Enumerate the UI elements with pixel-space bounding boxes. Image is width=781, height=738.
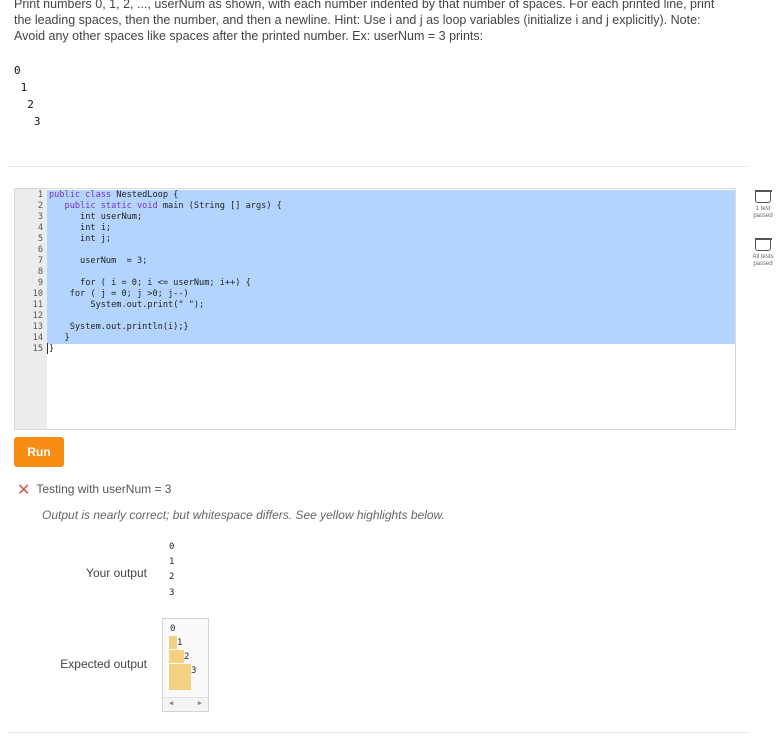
output-line: 3: [169, 588, 175, 598]
code-line[interactable]: 12: [15, 311, 735, 322]
expected-output-box: 0 1 2 3 ◀ ▶: [162, 618, 209, 712]
line-number: 6: [37, 245, 43, 255]
line-number: 5: [37, 234, 43, 244]
problem-prompt: Print numbers 0, 1, 2, ..., userNum as s…: [14, 0, 715, 43]
code-line[interactable]: 14 }: [15, 333, 735, 344]
code-line[interactable]: 15}: [15, 344, 735, 355]
code-line[interactable]: 7 userNum = 3;: [15, 256, 735, 267]
whitespace-highlight: [169, 650, 184, 663]
code-text: userNum = 3;: [47, 256, 735, 267]
example-output: 0 1 2 3: [14, 62, 734, 130]
divider: [8, 166, 748, 167]
code-line[interactable]: 2 public static void main (String [] arg…: [15, 201, 735, 212]
code-line[interactable]: 8: [15, 267, 735, 278]
line-number: 8: [37, 267, 43, 277]
whitespace-highlight: [169, 664, 191, 690]
code-text: [47, 245, 735, 256]
code-text: System.out.print(" ");: [47, 300, 735, 311]
your-output-label: Your output: [86, 566, 147, 580]
line-number: 10: [32, 289, 43, 299]
code-text: System.out.println(i);}: [47, 322, 735, 333]
code-line[interactable]: 5 int j;: [15, 234, 735, 245]
line-number: 1: [37, 190, 43, 200]
check-box-icon: [754, 190, 772, 203]
line-number: 2: [37, 201, 43, 211]
scroll-right-icon[interactable]: ▶: [198, 699, 202, 707]
code-line[interactable]: 9 for ( i = 0; i <= userNum; i++) {: [15, 278, 735, 289]
example-line: 2: [14, 98, 34, 111]
whitespace-highlight: [169, 636, 177, 649]
code-line[interactable]: 4 int i;: [15, 223, 735, 234]
code-text: }: [47, 333, 735, 344]
code-text: public static void main (String [] args)…: [47, 201, 735, 212]
line-number: 9: [37, 278, 43, 288]
code-text: public class NestedLoop {: [47, 190, 735, 201]
line-number: 15: [32, 344, 43, 354]
code-text: [47, 267, 735, 278]
line-number: 13: [32, 322, 43, 332]
scroll-left-icon[interactable]: ◀: [169, 699, 173, 707]
line-number: 4: [37, 223, 43, 233]
text-cursor: [47, 343, 48, 354]
code-line[interactable]: 13 System.out.println(i);}: [15, 322, 735, 333]
code-line[interactable]: 6: [15, 245, 735, 256]
code-text: int j;: [47, 234, 735, 245]
expected-output-label: Expected output: [60, 657, 147, 671]
test-status-1: 1 test passed: [748, 190, 778, 220]
test-status-all: All tests passed: [748, 238, 778, 268]
code-text: for ( j = 0; j >0; j--): [47, 289, 735, 300]
line-number: 12: [32, 311, 43, 321]
code-line[interactable]: 3 int userNum;: [15, 212, 735, 223]
run-button[interactable]: Run: [14, 437, 64, 467]
output-line: 2: [169, 572, 175, 582]
result-note: Output is nearly correct; but whitespace…: [42, 508, 445, 522]
output-line: 2: [184, 652, 190, 662]
code-text: for ( i = 0; i <= userNum; i++) {: [47, 278, 735, 289]
code-text: int userNum;: [47, 212, 735, 223]
test-status-label: 1 test passed: [753, 206, 773, 219]
output-line: 1: [169, 557, 175, 567]
x-icon: ✕: [17, 482, 31, 499]
example-line: 1: [14, 81, 28, 94]
code-text: }: [49, 344, 55, 354]
output-line: 3: [191, 666, 197, 676]
code-text: [47, 311, 735, 322]
test-result-title: ✕ Testing with userNum = 3: [17, 480, 171, 500]
code-text: int i;: [47, 223, 735, 234]
code-line[interactable]: 1 public class NestedLoop {: [15, 190, 735, 201]
line-number: 11: [32, 300, 43, 310]
divider: [8, 732, 748, 733]
check-box-icon: [754, 238, 772, 251]
test-result-text: Testing with userNum = 3: [36, 482, 172, 496]
code-line[interactable]: 11 System.out.print(" ");: [15, 300, 735, 311]
example-line: 3: [14, 115, 41, 128]
output-line: 0: [169, 542, 175, 552]
your-output-box: 0 1 2 3: [160, 537, 184, 610]
horizontal-scrollbar[interactable]: ◀ ▶: [163, 697, 208, 711]
line-number: 14: [32, 333, 43, 343]
line-number: 3: [37, 212, 43, 222]
test-status-label: All tests passed: [752, 254, 774, 267]
output-line: 0: [170, 624, 176, 634]
line-number: 7: [37, 256, 43, 266]
example-line: 0: [14, 64, 21, 77]
code-editor[interactable]: 1 public class NestedLoop {2 public stati…: [14, 188, 736, 430]
code-line[interactable]: 10 for ( j = 0; j >0; j--): [15, 289, 735, 300]
output-line: 1: [177, 638, 183, 648]
